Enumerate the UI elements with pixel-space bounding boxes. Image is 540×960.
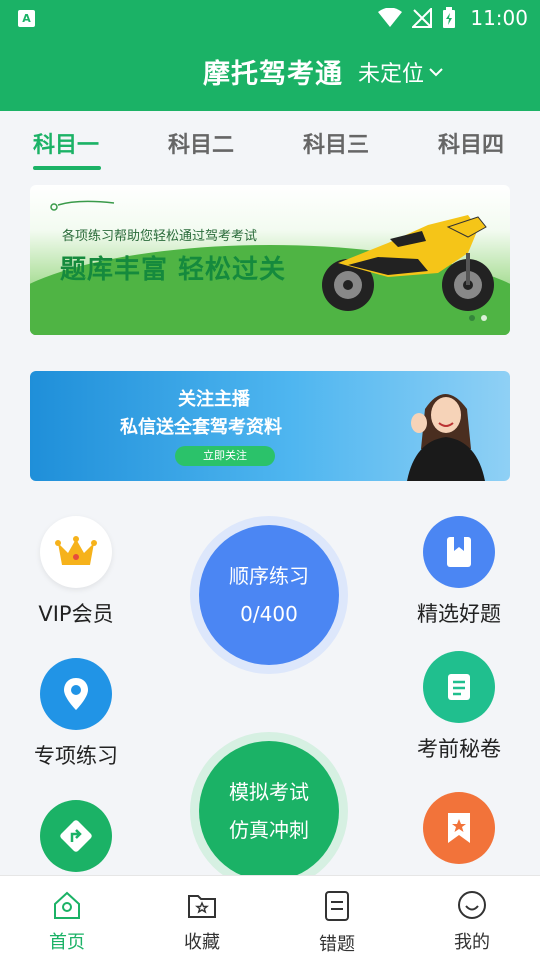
mock-line1: 模拟考试 xyxy=(229,780,309,804)
star-bookmark-icon xyxy=(423,792,495,864)
promo-banner-question-bank[interactable]: 各项练习帮助您轻松通过驾考考试 题库丰富 轻松过关 xyxy=(30,185,510,335)
app-header: A 11:00 摩托驾考通 未定位 xyxy=(0,0,540,111)
nav-wrong-label: 错题 xyxy=(319,934,355,955)
banner2-line2: 私信送全套驾考资料 xyxy=(120,417,282,438)
location-pin-icon xyxy=(40,658,112,730)
status-bar: A 11:00 xyxy=(0,0,540,36)
promo-banner-follow-streamer[interactable]: 关注主播 私信送全套驾考资料 立即关注 xyxy=(30,371,510,481)
bookmark-book-icon xyxy=(423,516,495,588)
follow-now-button[interactable]: 立即关注 xyxy=(175,446,275,466)
favorites-star-button[interactable] xyxy=(423,792,495,864)
vip-label: VIP会员 xyxy=(38,602,114,626)
nav-favorites[interactable]: 收藏 xyxy=(162,890,242,954)
vip-member-button[interactable]: VIP会员 xyxy=(34,516,118,628)
nav-home[interactable]: 首页 xyxy=(27,890,107,954)
special-practice-label: 专项练习 xyxy=(34,744,118,768)
mock-exam-button[interactable]: 模拟考试 仿真冲刺 xyxy=(190,732,348,890)
chevron-down-icon xyxy=(429,68,443,77)
mock-line2: 仿真冲刺 xyxy=(229,818,309,842)
streamer-avatar-icon xyxy=(407,394,485,481)
secret-paper-button[interactable]: 考前秘卷 xyxy=(412,651,506,763)
signal-icon xyxy=(412,8,433,28)
secret-paper-label: 考前秘卷 xyxy=(417,737,501,761)
wifi-icon xyxy=(378,8,403,27)
bottom-navigation: 首页 收藏 错题 我的 xyxy=(0,875,540,960)
home-icon xyxy=(54,891,80,919)
turn-sign-icon xyxy=(40,800,112,872)
nav-profile-label: 我的 xyxy=(454,932,490,953)
location-selector[interactable]: 未定位 xyxy=(358,56,444,88)
sequential-practice-button[interactable]: 顺序练习 0/400 xyxy=(190,516,348,674)
selected-questions-label: 精选好题 xyxy=(417,602,501,626)
app-title: 摩托驾考通 xyxy=(203,59,343,90)
sequential-label: 顺序练习 xyxy=(229,564,309,588)
favorite-folder-icon xyxy=(188,895,216,918)
profile-smile-icon xyxy=(458,891,486,919)
motorcycle-icon xyxy=(322,215,494,311)
tab-subject-3[interactable]: 科目三 xyxy=(303,127,369,159)
wrong-questions-icon xyxy=(325,891,349,921)
scroll-paper-icon xyxy=(423,651,495,723)
nav-wrong-questions[interactable]: 错题 xyxy=(297,890,377,956)
decorative-swirl-icon xyxy=(50,200,115,211)
location-label: 未定位 xyxy=(358,62,425,87)
selected-questions-button[interactable]: 精选好题 xyxy=(412,516,506,628)
banner2-line1: 关注主播 xyxy=(178,389,250,410)
banner-subtitle: 各项练习帮助您轻松通过驾考考试 xyxy=(62,229,258,244)
nav-favorites-label: 收藏 xyxy=(184,932,220,953)
special-practice-button[interactable]: 专项练习 xyxy=(30,658,122,770)
crown-icon xyxy=(40,516,112,588)
sequential-progress: 0/400 xyxy=(240,602,298,626)
status-time: 11:00 xyxy=(470,6,528,30)
status-icons: 11:00 xyxy=(378,6,528,30)
banner-headline: 题库丰富 轻松过关 xyxy=(60,255,287,285)
tab-subject-2[interactable]: 科目二 xyxy=(168,127,234,159)
nav-home-label: 首页 xyxy=(49,932,85,953)
carousel-dots xyxy=(469,315,487,321)
road-sign-button[interactable] xyxy=(40,800,112,872)
tab-subject-1[interactable]: 科目一 xyxy=(33,127,99,159)
tab-active-indicator xyxy=(33,166,101,170)
battery-icon xyxy=(443,7,456,28)
nav-profile[interactable]: 我的 xyxy=(432,890,512,954)
app-notification-icon: A xyxy=(18,10,35,27)
tab-subject-4[interactable]: 科目四 xyxy=(438,127,504,159)
